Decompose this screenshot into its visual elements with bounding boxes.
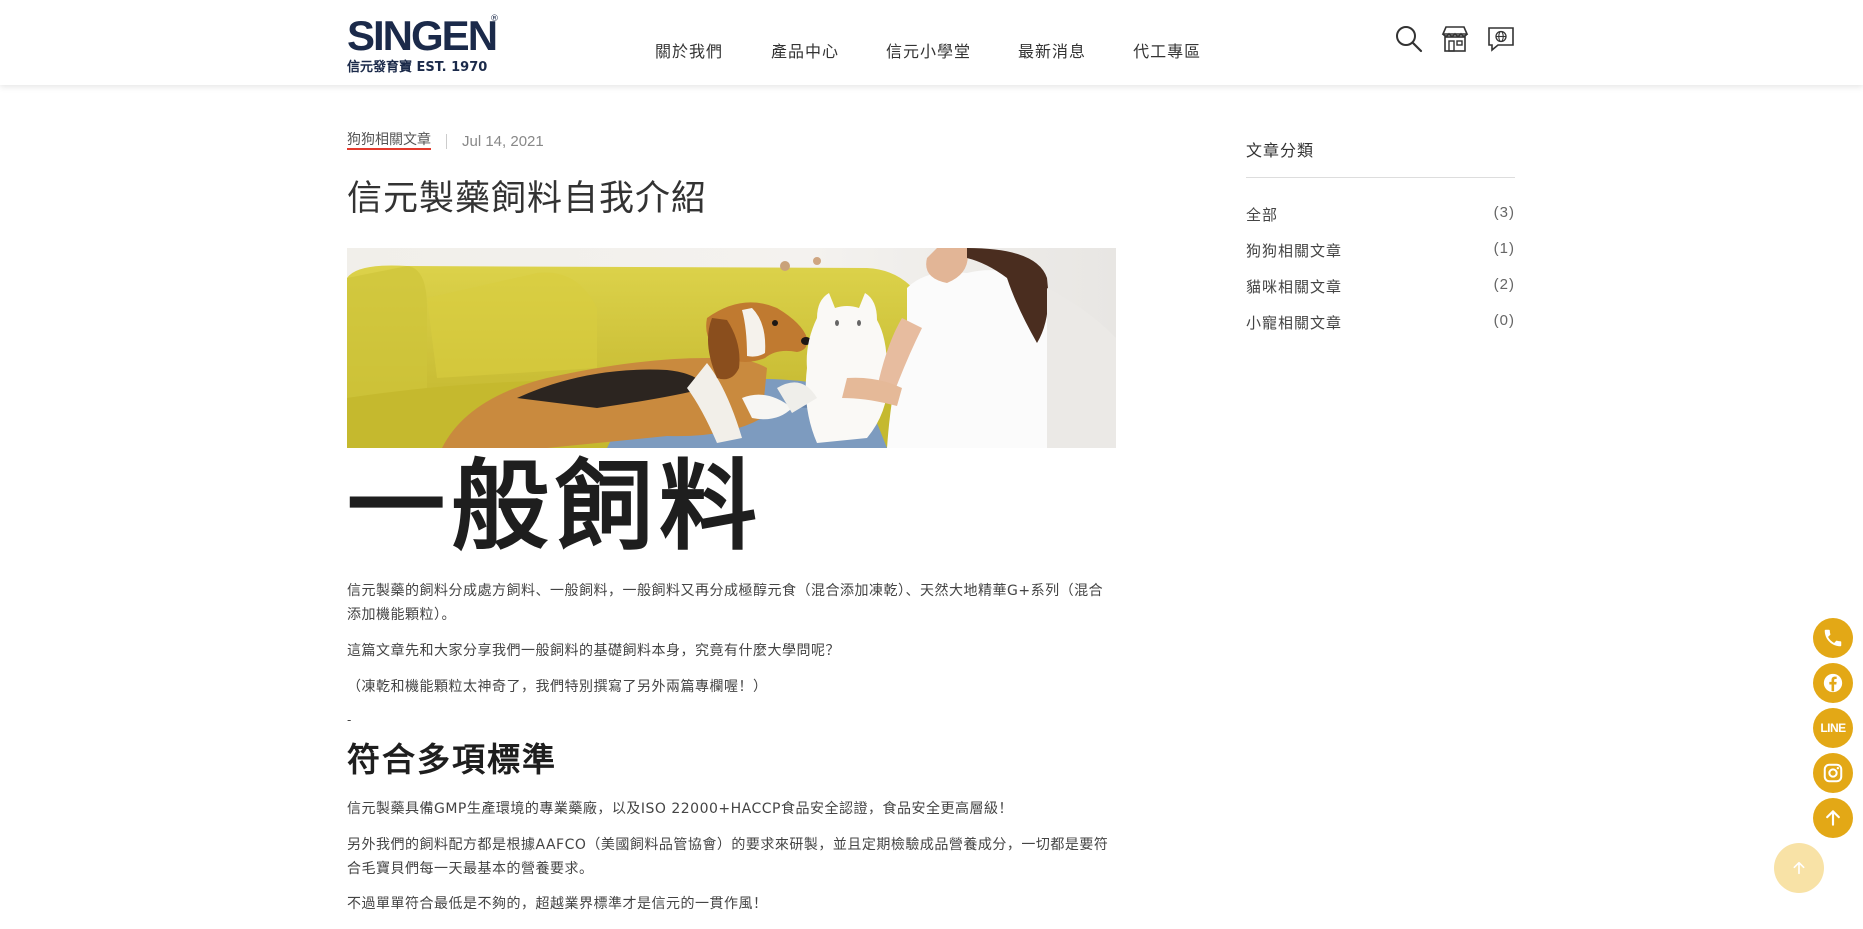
- main-nav: 關於我們 產品中心 信元小學堂 最新消息 代工專區: [655, 38, 1248, 62]
- dash-separator: -: [347, 713, 352, 727]
- sidebar-divider: [1246, 177, 1515, 178]
- line-button[interactable]: LINE: [1813, 708, 1853, 748]
- search-icon[interactable]: [1394, 24, 1424, 54]
- paragraph-intro: 信元製藥的飼料分成處方飼料、一般飼料，一般飼料又再分成極醇元食（混合添加凍乾）、…: [347, 583, 1104, 623]
- nav-item-oem[interactable]: 代工專區: [1133, 38, 1201, 62]
- paragraph-aafco: 另外我們的飼料配方都是根據AAFCO（美國飼料品管協會）的要求來研製，並且定期檢…: [347, 837, 1109, 877]
- singen-logo[interactable]: SINGEN ® 信元發育寶 EST. 1970: [347, 12, 499, 76]
- nav-item-news[interactable]: 最新消息: [1018, 38, 1086, 62]
- site-header: SINGEN ® 信元發育寶 EST. 1970 關於我們 產品中心 信元小學堂…: [0, 0, 1863, 85]
- nav-item-about[interactable]: 關於我們: [655, 38, 723, 62]
- sidebar-title: 文章分類: [1246, 141, 1315, 160]
- category-count: (2): [1493, 276, 1515, 293]
- category-item-all[interactable]: 全部 (3): [1246, 204, 1515, 240]
- meta-divider: [446, 133, 447, 149]
- phone-icon: [1824, 629, 1842, 647]
- instagram-icon: [1823, 763, 1843, 783]
- header-icons: [1394, 24, 1532, 54]
- category-label: 全部: [1246, 206, 1279, 224]
- category-item-dog[interactable]: 狗狗相關文章 (1): [1246, 240, 1515, 276]
- category-label: 狗狗相關文章: [1246, 242, 1343, 260]
- logo-subtitle: 信元發育寶 EST. 1970: [347, 60, 488, 75]
- arrow-up-icon: [1793, 861, 1805, 875]
- category-count: (0): [1493, 312, 1515, 329]
- category-label: 貓咪相關文章: [1246, 278, 1343, 296]
- section-heading-general-feed: 一般飼料: [347, 450, 764, 564]
- post-category-link[interactable]: 狗狗相關文章: [347, 132, 431, 150]
- chat-icon[interactable]: [1486, 24, 1516, 54]
- line-icon: LINE: [1820, 721, 1846, 735]
- category-item-cat[interactable]: 貓咪相關文章 (2): [1246, 276, 1515, 312]
- facebook-icon: [1823, 673, 1843, 693]
- instagram-button[interactable]: [1813, 753, 1853, 793]
- scroll-top-button[interactable]: [1774, 843, 1824, 893]
- nav-item-products[interactable]: 產品中心: [771, 38, 839, 62]
- section-heading-standards: 符合多項標準: [347, 740, 557, 779]
- hero-image: [347, 248, 1116, 448]
- logo-registered-mark: ®: [490, 14, 499, 24]
- facebook-button[interactable]: [1813, 663, 1853, 703]
- paragraph-note: （凍乾和機能顆粒太神奇了，我們特別撰寫了另外兩篇專欄喔！）: [347, 679, 768, 695]
- paragraph-share: 這篇文章先和大家分享我們一般飼料的基礎飼料本身，究竟有什麼大學問呢？: [347, 643, 840, 659]
- phone-button[interactable]: [1813, 618, 1853, 658]
- category-count: (3): [1493, 204, 1515, 221]
- post-meta: 狗狗相關文章 Jul 14, 2021: [347, 132, 544, 150]
- category-list: 全部 (3) 狗狗相關文章 (1) 貓咪相關文章 (2) 小寵相關文章 (0): [1246, 204, 1515, 348]
- paragraph-gmp: 信元製藥具備GMP生產環境的專業藥廠，以及ISO 22000+HACCP食品安全…: [347, 801, 1013, 817]
- arrow-up-icon: [1826, 810, 1840, 826]
- back-to-top-button[interactable]: [1813, 798, 1853, 838]
- category-label: 小寵相關文章: [1246, 314, 1343, 332]
- post-date: Jul 14, 2021: [462, 132, 544, 150]
- nav-item-school[interactable]: 信元小學堂: [886, 38, 971, 62]
- post-title: 信元製藥飼料自我介紹: [347, 179, 708, 219]
- category-count: (1): [1493, 240, 1515, 257]
- store-icon[interactable]: [1440, 24, 1470, 54]
- paragraph-beyond-standard: 不過單單符合最低是不夠的，超越業界標準才是信元的一貫作風！: [347, 896, 768, 912]
- logo-wordmark: SINGEN: [347, 12, 498, 59]
- category-item-small-pet[interactable]: 小寵相關文章 (0): [1246, 312, 1515, 348]
